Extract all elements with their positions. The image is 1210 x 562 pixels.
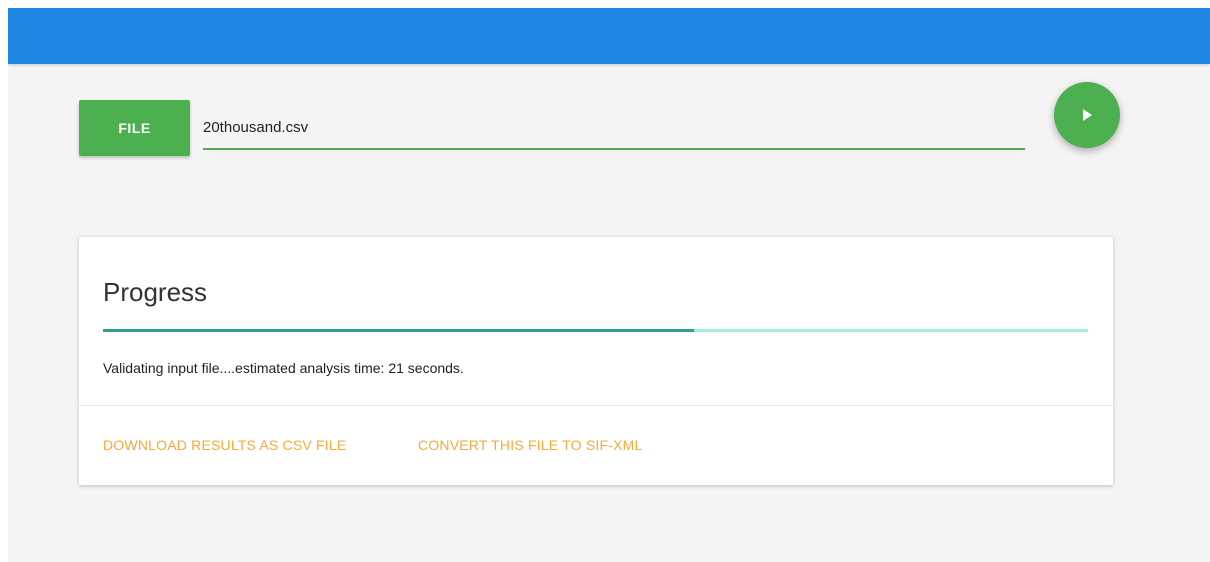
download-csv-button[interactable]: DOWNLOAD RESULTS AS CSV FILE	[103, 437, 346, 453]
app-window: FILE Progress Validating input file....e…	[8, 8, 1210, 562]
file-name-input[interactable]	[203, 106, 1025, 150]
run-analysis-button[interactable]	[1054, 82, 1120, 148]
progress-card: Progress Validating input file....estima…	[79, 237, 1113, 485]
progress-bar	[103, 329, 1088, 332]
convert-sif-xml-button[interactable]: CONVERT THIS FILE TO SIF-XML	[418, 437, 642, 453]
play-icon	[1083, 109, 1092, 121]
progress-bar-fill	[103, 329, 694, 332]
app-top-bar	[8, 8, 1210, 64]
card-divider	[79, 405, 1113, 406]
file-upload-button[interactable]: FILE	[79, 100, 190, 156]
progress-title: Progress	[103, 277, 208, 307]
progress-status-text: Validating input file....estimated analy…	[103, 360, 464, 376]
